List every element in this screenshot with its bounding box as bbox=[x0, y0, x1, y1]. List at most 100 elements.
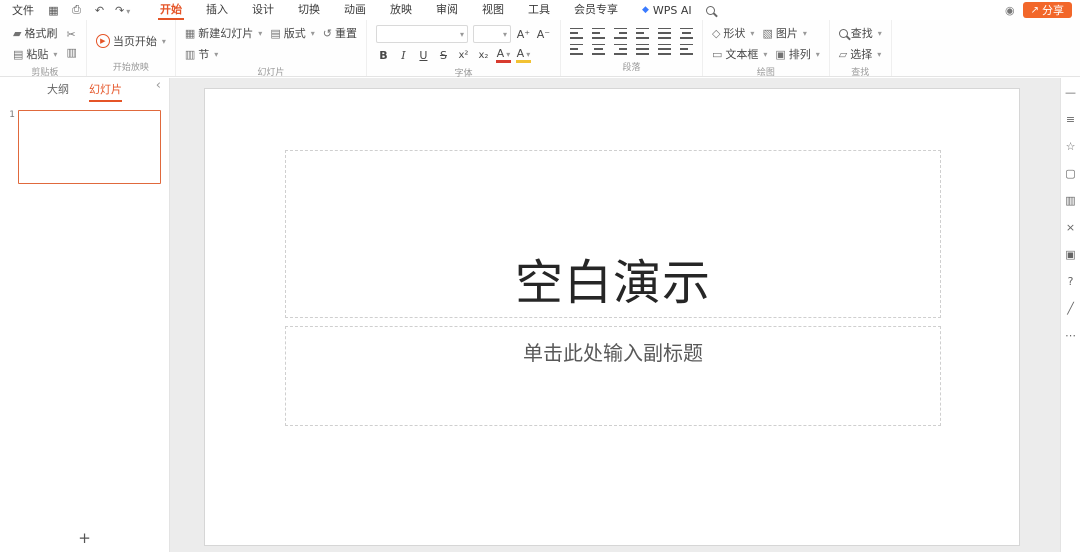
section-icon: ▥ bbox=[184, 47, 196, 61]
superscript-button[interactable]: x² bbox=[456, 50, 471, 61]
wps-ai-button[interactable]: ◆ WPS AI bbox=[642, 4, 692, 17]
align-right-icon bbox=[613, 43, 627, 55]
arrange-button[interactable]: ▣ 排列 bbox=[775, 46, 819, 62]
align-left-button[interactable] bbox=[569, 43, 583, 55]
new-slide-button[interactable]: ▦ 新建幻灯片 bbox=[185, 25, 262, 41]
wps-ai-label: WPS AI bbox=[652, 3, 692, 17]
select-button[interactable]: ▱ 选择 bbox=[839, 46, 881, 62]
copy-icon: ▥ bbox=[66, 46, 77, 59]
line-spacing-icon bbox=[657, 27, 671, 39]
tab-transition[interactable]: 切换 bbox=[286, 0, 332, 20]
ribbon-group-clipboard: ▰ 格式刷 ▤ 粘贴 ✂ ▥ 剪贴板 bbox=[4, 20, 87, 78]
save-icon[interactable]: ▦ bbox=[46, 4, 61, 17]
panel-tabs: 大纲 幻灯片 ‹ bbox=[0, 78, 169, 102]
tab-animation[interactable]: 动画 bbox=[332, 0, 378, 20]
outline-tab[interactable]: 大纲 bbox=[47, 78, 69, 102]
strikethrough-button[interactable]: S bbox=[436, 49, 451, 62]
tab-view[interactable]: 视图 bbox=[470, 0, 516, 20]
collapse-panel-icon[interactable]: ‹ bbox=[156, 78, 161, 93]
slide-thumbnail[interactable] bbox=[18, 110, 161, 184]
play-from-current-button[interactable]: ▶ 当页开始 bbox=[95, 33, 166, 49]
align-left-icon bbox=[569, 43, 583, 55]
file-menu[interactable]: 文件 bbox=[8, 2, 38, 18]
subtitle-placeholder[interactable]: 单击此处输入副标题 bbox=[285, 326, 941, 426]
paste-button[interactable]: ▤ 粘贴 bbox=[13, 46, 57, 62]
indent-decrease-button[interactable] bbox=[613, 27, 627, 39]
bullets-button[interactable] bbox=[569, 27, 583, 39]
italic-button[interactable]: I bbox=[396, 49, 411, 62]
add-slide-button[interactable]: + bbox=[0, 529, 169, 547]
distribute-button[interactable] bbox=[657, 43, 671, 55]
tab-member[interactable]: 会员专享 bbox=[562, 0, 630, 20]
align-right-button[interactable] bbox=[613, 43, 627, 55]
tab-design[interactable]: 设计 bbox=[240, 0, 286, 20]
tab-home[interactable]: 开始 bbox=[148, 0, 194, 20]
font-color-button[interactable]: A bbox=[495, 48, 511, 63]
more-tools-icon[interactable]: ⋯ bbox=[1065, 329, 1076, 342]
tab-tools[interactable]: 工具 bbox=[516, 0, 562, 20]
cut-button[interactable]: ✂ bbox=[66, 28, 76, 41]
numbering-button[interactable] bbox=[591, 27, 605, 39]
main-area: 大纲 幻灯片 ‹ 1 + 空白演示 单击此处输入副标题 — ≡ ☆ ▢ ▥ × … bbox=[0, 78, 1080, 552]
select-label: 选择 bbox=[850, 48, 873, 61]
columns-button[interactable] bbox=[679, 43, 693, 55]
wps-ai-icon: ◆ bbox=[642, 5, 649, 15]
justify-button[interactable] bbox=[635, 43, 649, 55]
arrange-icon: ▣ bbox=[775, 47, 786, 61]
cut-icon: ✂ bbox=[66, 28, 76, 41]
textbox-button[interactable]: ▭ 文本框 bbox=[712, 46, 767, 62]
share-button[interactable]: ↗ 分享 bbox=[1022, 2, 1072, 18]
layout-button[interactable]: ▤ 版式 bbox=[270, 25, 314, 41]
find-label: 查找 bbox=[850, 27, 873, 40]
reset-label: 重置 bbox=[334, 27, 357, 40]
slides-tab[interactable]: 幻灯片 bbox=[89, 78, 122, 102]
minimize-panel-icon[interactable]: — bbox=[1065, 86, 1076, 99]
slide-number: 1 bbox=[9, 110, 15, 120]
align-center-button[interactable] bbox=[591, 43, 605, 55]
format-painter-button[interactable]: ▰ 格式刷 bbox=[13, 25, 57, 41]
highlight-color-button[interactable]: A bbox=[515, 48, 531, 63]
undo-icon[interactable]: ↶ bbox=[92, 4, 107, 17]
line-spacing-button[interactable] bbox=[657, 27, 671, 39]
bold-button[interactable]: B bbox=[376, 49, 391, 62]
subscript-button[interactable]: x₂ bbox=[476, 50, 491, 61]
chart-tool-icon[interactable]: ▥ bbox=[1065, 194, 1075, 207]
ribbon-group-slides: ▦ 新建幻灯片 ▤ 版式 ↺ 重置 ▥ 节 bbox=[176, 20, 367, 78]
title-placeholder[interactable]: 空白演示 bbox=[285, 150, 941, 318]
text-direction-icon bbox=[679, 27, 693, 39]
section-label: 节 bbox=[198, 48, 210, 61]
font-size-select[interactable] bbox=[472, 25, 511, 43]
properties-icon[interactable]: ≡ bbox=[1066, 113, 1075, 126]
slide[interactable]: 空白演示 单击此处输入副标题 bbox=[204, 88, 1020, 546]
redo-icon[interactable]: ↷ bbox=[115, 4, 130, 17]
reset-button[interactable]: ↺ 重置 bbox=[323, 25, 357, 41]
eye-protection-icon[interactable]: ◉ bbox=[1005, 4, 1015, 17]
decrease-font-button[interactable]: A⁻ bbox=[536, 28, 551, 41]
section-button[interactable]: ▥ 节 bbox=[185, 46, 218, 62]
print-icon[interactable]: ⎙ bbox=[69, 3, 84, 17]
tab-slideshow[interactable]: 放映 bbox=[378, 0, 424, 20]
help-icon[interactable]: ? bbox=[1068, 275, 1074, 288]
increase-font-button[interactable]: A⁺ bbox=[516, 28, 531, 41]
frame-tool-icon[interactable]: ▣ bbox=[1065, 248, 1075, 261]
picture-button[interactable]: ▧ 图片 bbox=[762, 25, 806, 41]
copy-button[interactable]: ▥ bbox=[66, 46, 76, 59]
copy-style-icon[interactable]: ▢ bbox=[1065, 167, 1075, 180]
tab-insert[interactable]: 插入 bbox=[194, 0, 240, 20]
layout-icon: ▤ bbox=[270, 26, 281, 40]
pen-tool-icon[interactable]: ╱ bbox=[1067, 302, 1074, 315]
font-family-select[interactable] bbox=[375, 25, 468, 43]
distribute-icon bbox=[657, 43, 671, 55]
search-icon[interactable] bbox=[705, 5, 715, 15]
ribbon-group-drawing: ◇ 形状 ▧ 图片 ▭ 文本框 ▣ 排列 bbox=[703, 20, 830, 78]
cut-tool-icon[interactable]: × bbox=[1066, 221, 1075, 234]
underline-button[interactable]: U bbox=[416, 49, 431, 62]
indent-increase-button[interactable] bbox=[635, 27, 649, 39]
tab-review[interactable]: 审阅 bbox=[424, 0, 470, 20]
find-button[interactable]: 查找 bbox=[838, 25, 882, 41]
text-direction-button[interactable] bbox=[679, 27, 693, 39]
favorites-icon[interactable]: ☆ bbox=[1066, 140, 1076, 153]
shapes-button[interactable]: ◇ 形状 bbox=[712, 25, 754, 41]
slide-subtitle: 单击此处输入副标题 bbox=[523, 341, 703, 365]
layout-label: 版式 bbox=[283, 27, 306, 40]
